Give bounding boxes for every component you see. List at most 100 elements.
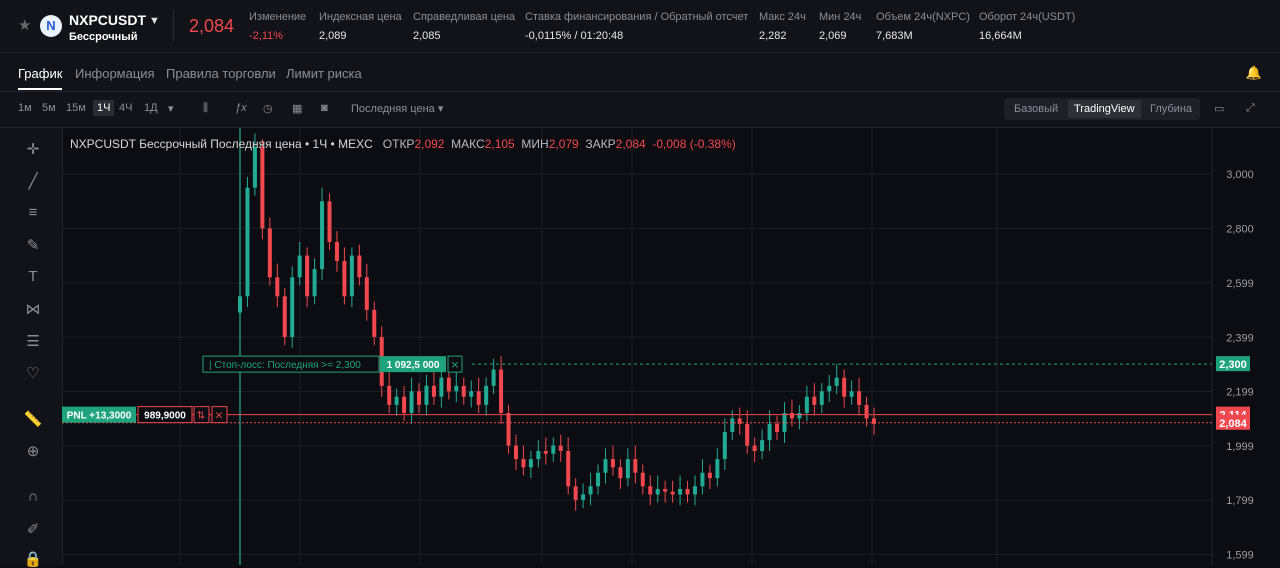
candle-body — [327, 201, 332, 242]
candle-body — [760, 440, 765, 451]
candle-body — [357, 255, 362, 278]
favorite-star-icon[interactable]: ★ — [18, 16, 31, 34]
candle-body — [372, 309, 377, 337]
tab-chart[interactable]: График — [18, 66, 62, 81]
stat-value: 2,282 — [759, 30, 787, 42]
alert-clock-icon[interactable]: ◷ — [263, 102, 273, 115]
candle-body — [707, 472, 712, 479]
interval-5m[interactable]: 5м — [42, 102, 56, 114]
legend-title: NXPCUSDT Бессрочный Последняя цена • 1Ч … — [70, 137, 373, 151]
candle-body — [349, 255, 354, 297]
stat-value: -0,0115% / 01:20:48 — [525, 30, 624, 42]
crosshair-icon[interactable]: ✛ — [22, 140, 44, 158]
y-tick-label: 1,799 — [1226, 495, 1254, 507]
candle-body — [417, 391, 422, 405]
lock-icon[interactable]: 🔒 — [22, 550, 44, 568]
layout-icon[interactable]: ▦ — [292, 102, 302, 115]
y-tick-label: 2,399 — [1226, 332, 1254, 344]
chart-legend: NXPCUSDT Бессрочный Последняя цена • 1Ч … — [70, 137, 736, 151]
legend-low-label: МИН — [521, 137, 549, 151]
content-tabs: График Информация Правила торговли Лимит… — [0, 54, 1280, 92]
candle-body — [692, 486, 697, 495]
candle-body — [536, 451, 541, 460]
interval-1m[interactable]: 1м — [18, 102, 32, 114]
zoom-icon[interactable]: ⊕ — [22, 442, 44, 460]
candle-body — [409, 391, 414, 413]
ruler-icon[interactable]: 📏 — [22, 410, 44, 428]
candle-body — [789, 413, 794, 419]
candle-body — [655, 489, 660, 495]
candle-body — [566, 451, 571, 487]
stat-0: Изменение -2,11% — [249, 11, 306, 42]
lock-drawings-icon[interactable]: ✐ — [22, 520, 44, 538]
fullscreen-icon[interactable]: ⤢ — [1246, 102, 1255, 115]
candle-body — [446, 377, 451, 392]
legend-close-label: ЗАКР — [585, 137, 616, 151]
candle-body — [633, 459, 638, 473]
candle-body — [431, 385, 436, 397]
brush-icon[interactable]: ✎ — [22, 236, 44, 254]
price-chart[interactable]: 3,000 2,800 2,599 2,399 2,199 1,999 1,799 1,599… — [62, 128, 1280, 565]
bell-icon[interactable]: 🔔 — [1246, 65, 1262, 81]
interval-15m[interactable]: 15м — [66, 102, 86, 114]
candle-body — [864, 404, 869, 419]
ticker-header: ★ N NXPCUSDT Бессрочный ▼ 2,084 Изменени… — [0, 0, 1280, 53]
chevron-down-icon[interactable]: ▼ — [149, 15, 160, 27]
candle-body — [305, 255, 310, 297]
pattern-icon[interactable]: ⋈ — [22, 300, 44, 318]
stat-value: 2,069 — [819, 30, 847, 42]
legend-open-label: ОТКР — [382, 137, 415, 151]
candle-body — [491, 369, 496, 386]
stat-1: Индексная цена 2,089 — [319, 11, 402, 42]
candle-body — [573, 486, 578, 500]
candle-body — [513, 445, 518, 460]
camera-icon[interactable]: ◙ — [321, 102, 328, 114]
view-depth[interactable]: Глубина — [1150, 103, 1192, 115]
text-icon[interactable]: T — [22, 268, 44, 285]
heart-icon[interactable]: ♡ — [22, 364, 44, 382]
stat-value: 2,085 — [413, 30, 441, 42]
interval-4h[interactable]: 4Ч — [119, 102, 132, 114]
fib-lines-icon[interactable]: ≡ — [22, 204, 44, 221]
y-tick-label: 1,599 — [1226, 549, 1254, 561]
interval-1h[interactable]: 1Ч — [93, 100, 115, 116]
candle-body — [596, 472, 601, 487]
interval-more-chevron-icon[interactable]: ▾ — [168, 102, 174, 115]
candle-body — [290, 277, 295, 337]
tab-info[interactable]: Информация — [75, 66, 155, 81]
candle-body — [454, 385, 459, 392]
measure-icon[interactable]: ☰ — [22, 332, 44, 350]
symbol-name[interactable]: NXPCUSDT — [69, 12, 146, 28]
candle-body — [364, 277, 369, 310]
candle-body — [551, 445, 556, 454]
tab-risk-limit[interactable]: Лимит риска — [286, 66, 362, 81]
stat-label: Изменение — [249, 11, 307, 23]
candle-body — [394, 396, 399, 405]
view-tradingview[interactable]: TradingView — [1068, 100, 1141, 118]
candle-body — [424, 385, 429, 405]
y-tick-label: 2,599 — [1226, 278, 1254, 290]
view-basic[interactable]: Базовый — [1014, 103, 1058, 115]
price-source-select[interactable]: Последняя цена ▾ — [351, 102, 443, 115]
stat-5: Мин 24ч 2,069 — [819, 11, 861, 42]
candle-body — [827, 385, 832, 392]
candle-body — [857, 391, 862, 405]
indicators-icon[interactable]: ƒx — [235, 102, 247, 114]
candle-type-icon[interactable]: ⫼ — [203, 102, 208, 115]
panel-icon[interactable]: ▭ — [1214, 102, 1224, 115]
candle-body — [275, 277, 280, 297]
trendline-icon[interactable]: ╱ — [22, 172, 44, 190]
stat-value: 2,089 — [319, 30, 347, 42]
stat-label: Объем 24ч(NXPC) — [876, 11, 970, 23]
stat-label: Ставка финансирования / Обратный отсчет — [525, 11, 749, 23]
candle-body — [842, 377, 847, 397]
legend-high: 2,105 — [484, 137, 515, 151]
candle-body — [700, 472, 705, 487]
interval-1d[interactable]: 1Д — [144, 102, 158, 114]
tab-trading-rules[interactable]: Правила торговли — [166, 66, 276, 81]
candle-body — [461, 385, 466, 397]
magnet-icon[interactable]: ∩ — [22, 488, 44, 505]
candle-body — [640, 472, 645, 487]
candle-body — [588, 486, 593, 495]
chart-toolbar: 1м 5м 15м 1Ч 4Ч 1Д ▾ ⫼ ƒx ◷ ▦ ◙ Последня… — [0, 92, 1280, 128]
